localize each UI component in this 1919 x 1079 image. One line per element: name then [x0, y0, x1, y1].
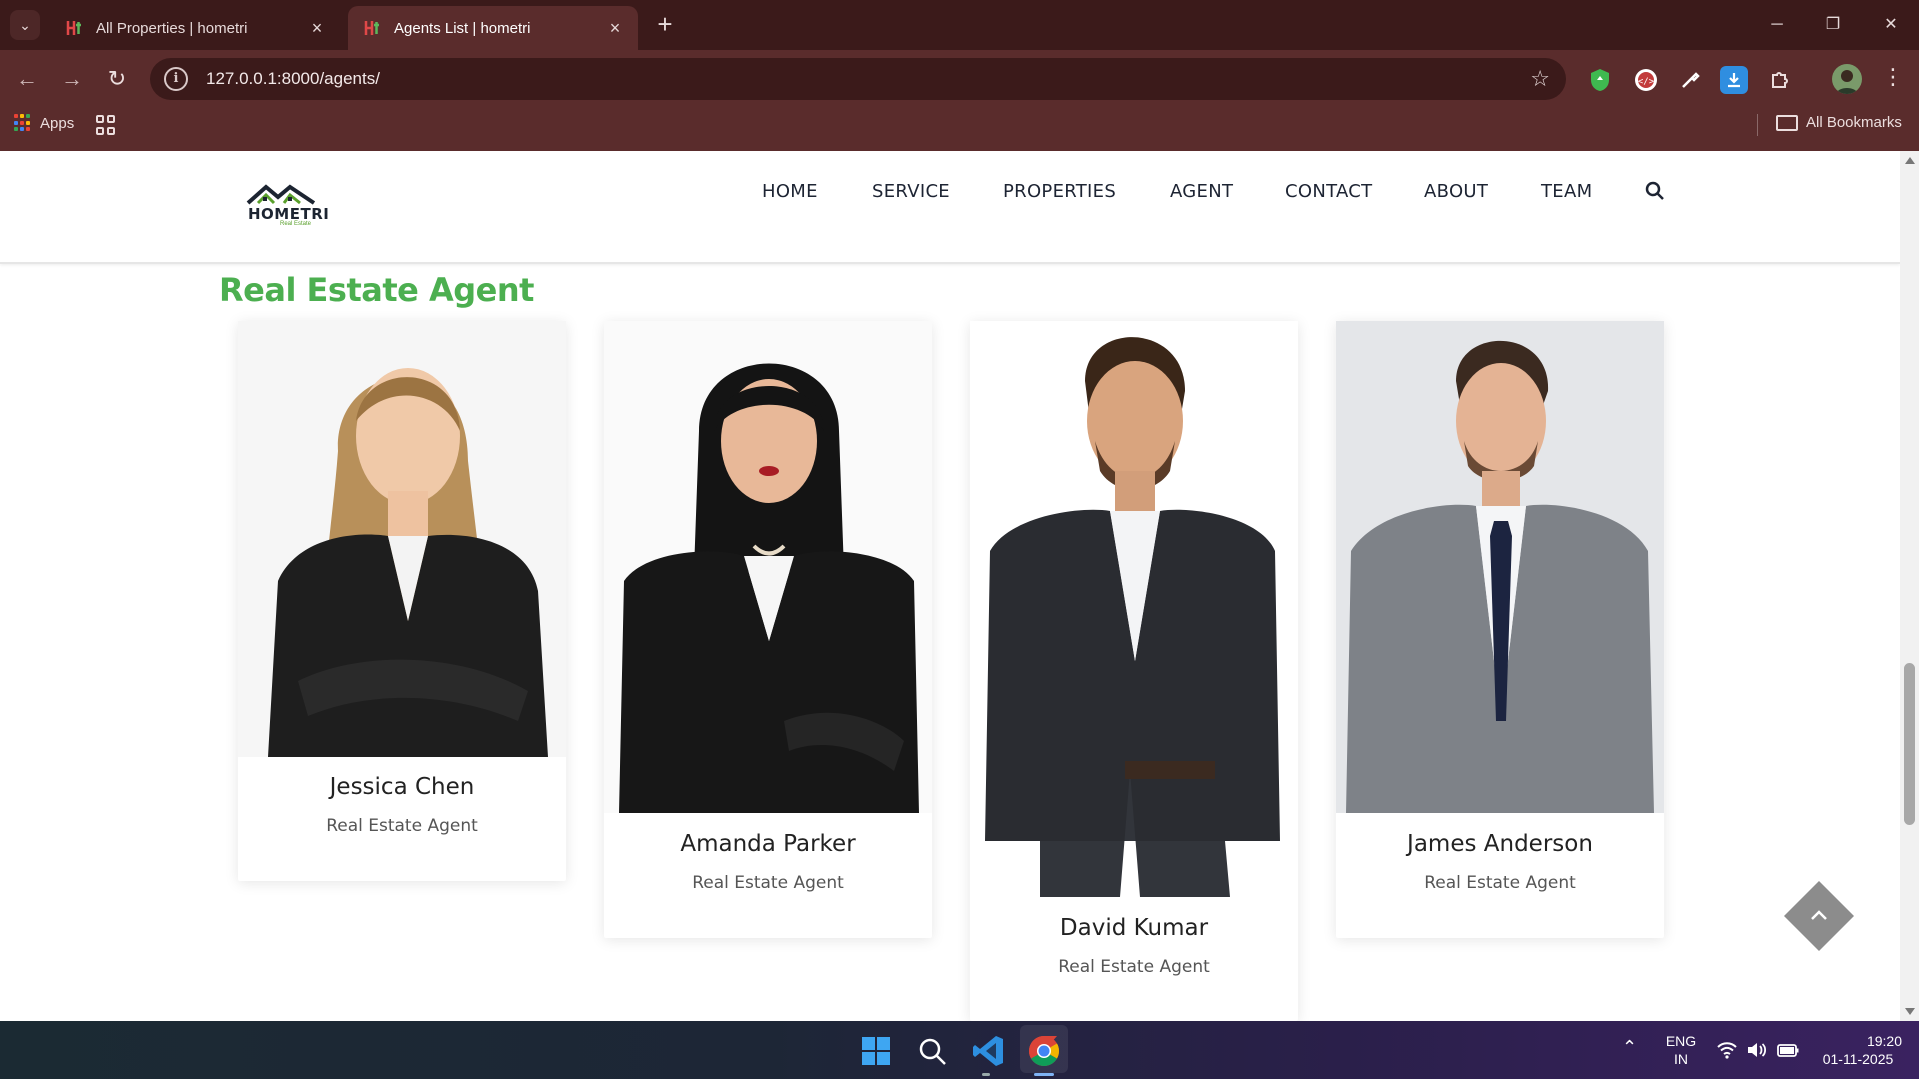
- show-hidden-icons-chevron-icon[interactable]: ⌃: [1622, 1037, 1637, 1058]
- nav-properties[interactable]: PROPERTIES: [1003, 181, 1116, 202]
- site-header: HOMETRI Real Estate HOME SERVICE PROPERT…: [0, 151, 1900, 264]
- reload-icon[interactable]: ↻: [100, 62, 134, 96]
- new-tab-plus-icon[interactable]: +: [650, 10, 680, 40]
- search-icon[interactable]: [1645, 181, 1665, 201]
- shield-extension-icon[interactable]: [1586, 66, 1614, 94]
- region-code: IN: [1674, 1051, 1688, 1067]
- page-scrollbar[interactable]: [1900, 151, 1919, 1021]
- vscode-icon[interactable]: [970, 1033, 1006, 1069]
- nav-agent[interactable]: AGENT: [1170, 181, 1233, 202]
- agent-photo: [1336, 321, 1664, 813]
- scrollbar-thumb[interactable]: [1904, 663, 1915, 825]
- language-code: ENG: [1665, 1033, 1697, 1049]
- page-title: Real Estate Agent: [219, 271, 534, 309]
- all-bookmarks-button[interactable]: All Bookmarks: [1776, 114, 1902, 131]
- nav-service[interactable]: SERVICE: [872, 181, 950, 202]
- agent-name: David Kumar: [1059, 915, 1209, 941]
- apps-grid-icon: [14, 114, 32, 132]
- agent-card[interactable]: David Kumar Real Estate Agent: [970, 321, 1298, 1021]
- tab-search-button[interactable]: ⌄: [10, 10, 40, 40]
- address-bar[interactable]: i 127.0.0.1:8000/agents/ ☆: [150, 58, 1566, 100]
- page-viewport: HOMETRI Real Estate HOME SERVICE PROPERT…: [0, 151, 1900, 1021]
- bookmarks-divider: [1757, 114, 1758, 136]
- hometri-favicon-icon: [64, 18, 84, 38]
- agent-role: Real Estate Agent: [1424, 873, 1576, 893]
- url-text[interactable]: 127.0.0.1:8000/agents/: [206, 69, 380, 89]
- agent-photo: [970, 321, 1298, 897]
- agent-card[interactable]: Amanda Parker Real Estate Agent: [604, 321, 932, 938]
- forward-arrow-icon[interactable]: →: [55, 62, 89, 96]
- agent-role: Real Estate Agent: [692, 873, 844, 893]
- all-bookmarks-label: All Bookmarks: [1806, 114, 1902, 131]
- minimize-icon[interactable]: ─: [1754, 10, 1800, 40]
- back-arrow-icon[interactable]: ←: [10, 62, 44, 96]
- browser-toolbar: ← → ↻ i 127.0.0.1:8000/agents/ ☆ </> ⋮: [0, 50, 1919, 158]
- agent-name: Amanda Parker: [680, 831, 856, 857]
- scroll-to-top-button[interactable]: [1784, 881, 1854, 951]
- tab-groups-icon[interactable]: [96, 115, 116, 135]
- nav-about[interactable]: ABOUT: [1424, 181, 1488, 202]
- agent-name: Jessica Chen: [329, 774, 475, 800]
- folder-icon: [1776, 114, 1798, 131]
- nav-team[interactable]: TEAM: [1541, 181, 1592, 202]
- clock[interactable]: 19:20 01-11-2025: [1808, 1032, 1908, 1068]
- agent-name: James Anderson: [1407, 831, 1593, 857]
- date-text: 01-11-2025: [1822, 1051, 1894, 1067]
- hometri-logo[interactable]: HOMETRI Real Estate: [244, 181, 329, 231]
- windows-start-icon[interactable]: [858, 1033, 894, 1069]
- agent-card[interactable]: Jessica Chen Real Estate Agent: [238, 321, 566, 881]
- vscode-running-indicator: [982, 1073, 990, 1076]
- browser-tab-bar: ⌄ All Properties | hometri × Agents List…: [0, 0, 1919, 50]
- nav-contact[interactable]: CONTACT: [1285, 181, 1372, 202]
- volume-icon[interactable]: [1746, 1041, 1768, 1059]
- time-text: 19:20: [1866, 1033, 1902, 1049]
- close-tab-icon[interactable]: ×: [606, 18, 624, 39]
- scroll-down-arrow-icon[interactable]: [1905, 1008, 1915, 1015]
- code-extension-icon[interactable]: </>: [1632, 66, 1660, 94]
- language-indicator[interactable]: ENG IN: [1660, 1032, 1702, 1068]
- close-window-icon[interactable]: ✕: [1868, 10, 1914, 40]
- scroll-up-arrow-icon[interactable]: [1905, 157, 1915, 164]
- svg-text:</>: </>: [1638, 77, 1655, 87]
- tab-agents-list[interactable]: Agents List | hometri ×: [348, 6, 638, 50]
- chrome-running-indicator: [1034, 1073, 1054, 1076]
- apps-label: Apps: [40, 114, 75, 132]
- agent-photo: [238, 321, 566, 757]
- agent-card[interactable]: James Anderson Real Estate Agent: [1336, 321, 1664, 938]
- agent-role: Real Estate Agent: [326, 816, 478, 836]
- tab-title: Agents List | hometri: [394, 19, 531, 37]
- wifi-icon[interactable]: [1716, 1041, 1738, 1059]
- battery-icon[interactable]: [1776, 1041, 1800, 1059]
- extensions-puzzle-icon[interactable]: [1766, 66, 1794, 94]
- site-info-icon[interactable]: i: [164, 67, 188, 91]
- agent-photo: [604, 321, 932, 813]
- search-icon[interactable]: [914, 1033, 950, 1069]
- download-extension-icon[interactable]: [1720, 66, 1748, 94]
- restore-icon[interactable]: ❐: [1810, 10, 1856, 40]
- tab-title: All Properties | hometri: [96, 19, 248, 37]
- eyedropper-extension-icon[interactable]: [1676, 66, 1704, 94]
- bookmark-star-icon[interactable]: ☆: [1530, 66, 1550, 92]
- bookmark-apps[interactable]: Apps: [14, 114, 74, 132]
- chrome-icon[interactable]: [1026, 1033, 1062, 1069]
- logo-subtext: Real Estate: [280, 221, 312, 227]
- more-menu-icon[interactable]: ⋮: [1882, 64, 1904, 90]
- windows-taskbar: ⌃ ENG IN 19:20 01-11-2025: [0, 1021, 1919, 1079]
- nav-home[interactable]: HOME: [762, 181, 818, 202]
- tab-all-properties[interactable]: All Properties | hometri ×: [50, 6, 340, 50]
- close-tab-icon[interactable]: ×: [308, 18, 326, 39]
- hometri-favicon-icon: [362, 18, 382, 38]
- agent-role: Real Estate Agent: [1058, 957, 1210, 977]
- profile-avatar[interactable]: [1832, 64, 1862, 94]
